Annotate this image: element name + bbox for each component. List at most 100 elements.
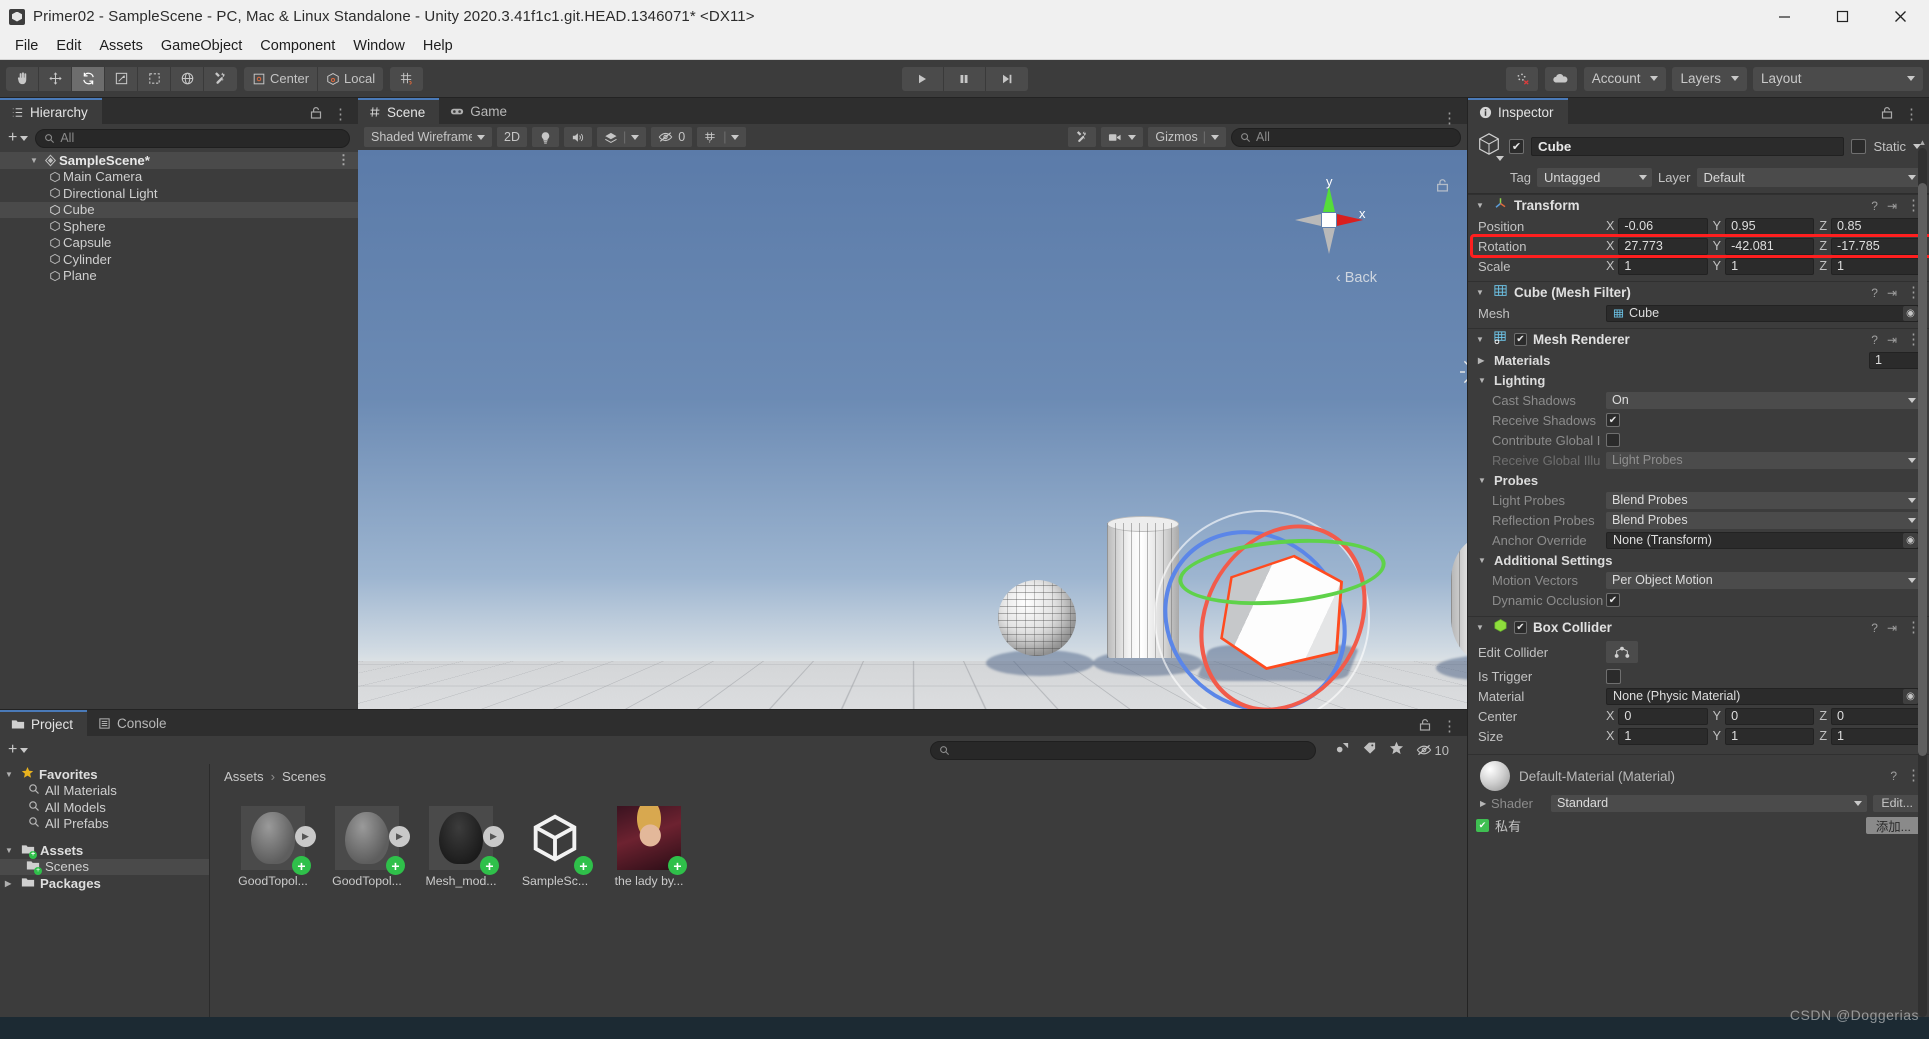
hierarchy-scene-row[interactable]: ▼ SampleScene* ⋮ bbox=[0, 152, 358, 169]
center-y-field[interactable]: 0 bbox=[1725, 707, 1815, 725]
step-button[interactable] bbox=[985, 66, 1028, 91]
asset-thumbnail[interactable]: ▶ + bbox=[429, 806, 504, 875]
chevron-right-icon[interactable]: ▶ bbox=[5, 879, 16, 888]
favorites-icon[interactable] bbox=[1389, 741, 1404, 760]
play-badge-icon[interactable]: ▶ bbox=[389, 826, 410, 847]
project-search-input[interactable] bbox=[929, 740, 1316, 760]
size-z-field[interactable]: 1 bbox=[1831, 727, 1922, 745]
scene-orientation-gizmo[interactable]: y x bbox=[1287, 174, 1371, 262]
project-tree-all-materials[interactable]: All Materials bbox=[0, 783, 209, 800]
component-header-mesh-renderer[interactable]: ▼ ✔ Mesh Renderer ? ⇥ ⋮ bbox=[1468, 328, 1929, 350]
rotation-y-field[interactable]: -42.081 bbox=[1725, 237, 1815, 255]
tab-inspector[interactable]: Inspector bbox=[1468, 98, 1568, 124]
hierarchy-item-main-camera[interactable]: Main Camera bbox=[0, 169, 358, 186]
directional-light-gizmo[interactable] bbox=[1458, 355, 1467, 389]
hierarchy-item-cube[interactable]: Cube bbox=[0, 201, 358, 218]
rect-tool-button[interactable] bbox=[138, 66, 171, 91]
asset-item[interactable]: + SampleSc... bbox=[516, 806, 594, 888]
scene-menu-icon[interactable]: ⋮ bbox=[1442, 111, 1457, 126]
hierarchy-item-cylinder[interactable]: Cylinder bbox=[0, 251, 358, 268]
anchor-override-field[interactable]: None (Transform) ◉ bbox=[1606, 531, 1921, 549]
material-header[interactable]: Default-Material (Material) ? ⋮ bbox=[1468, 754, 1929, 793]
draw-mode-dropdown[interactable]: Shaded Wireframe bbox=[364, 127, 492, 147]
shader-edit-button[interactable]: Edit... bbox=[1873, 794, 1921, 812]
scene-menu-icon[interactable]: ⋮ bbox=[337, 153, 350, 166]
private-checkbox[interactable]: ✔ bbox=[1476, 819, 1489, 832]
layers-dropdown[interactable]: Layers bbox=[1672, 66, 1747, 91]
asset-item[interactable]: ▶ + GoodTopol... bbox=[328, 806, 410, 888]
hierarchy-menu-icon[interactable]: ⋮ bbox=[333, 107, 348, 122]
mesh-renderer-enabled-checkbox[interactable]: ✔ bbox=[1514, 333, 1527, 346]
chevron-down-icon[interactable]: ▼ bbox=[1476, 288, 1487, 297]
probes-group-row[interactable]: ▼ Probes bbox=[1468, 470, 1929, 490]
additional-settings-group-row[interactable]: ▼ Additional Settings bbox=[1468, 550, 1929, 570]
hierarchy-item-sphere[interactable]: Sphere bbox=[0, 218, 358, 235]
hidden-objects-button[interactable]: 0 bbox=[651, 127, 693, 147]
position-x-field[interactable]: -0.06 bbox=[1618, 217, 1708, 235]
grid-snap-icon[interactable] bbox=[390, 66, 424, 91]
project-create-button[interactable]: + bbox=[8, 741, 29, 759]
transform-tool-button[interactable] bbox=[171, 66, 204, 91]
object-name-field[interactable]: Cube bbox=[1531, 137, 1845, 156]
cloud-icon[interactable] bbox=[1544, 66, 1578, 91]
shader-dropdown[interactable]: Standard bbox=[1551, 794, 1868, 812]
help-icon[interactable]: ? bbox=[1871, 286, 1878, 300]
scale-x-field[interactable]: 1 bbox=[1618, 257, 1708, 275]
menu-assets[interactable]: Assets bbox=[90, 35, 152, 57]
rotation-z-field[interactable]: -17.785 bbox=[1831, 237, 1922, 255]
custom-tool-button[interactable] bbox=[204, 66, 237, 91]
layer-dropdown[interactable]: Default bbox=[1696, 168, 1921, 187]
scene-tools-button[interactable] bbox=[1068, 127, 1097, 147]
project-menu-icon[interactable]: ⋮ bbox=[1442, 719, 1457, 734]
grid-dropdown-button[interactable]: Y | bbox=[697, 127, 747, 147]
lock-icon[interactable] bbox=[1419, 718, 1431, 736]
project-tree-packages[interactable]: ▶ Packages bbox=[0, 875, 209, 892]
lock-icon[interactable] bbox=[1881, 106, 1893, 124]
fx-dropdown-button[interactable]: | bbox=[596, 127, 647, 147]
pivot-rotation-button[interactable]: Local bbox=[318, 66, 384, 91]
chevron-down-icon[interactable]: ▼ bbox=[1476, 623, 1487, 632]
asset-item[interactable]: ▶ + Mesh_mod... bbox=[422, 806, 504, 888]
tab-console[interactable]: Console bbox=[87, 710, 181, 736]
preset-icon[interactable]: ⇥ bbox=[1887, 333, 1897, 347]
menu-component[interactable]: Component bbox=[251, 35, 344, 57]
lighting-toggle-button[interactable] bbox=[531, 127, 559, 147]
hierarchy-item-plane[interactable]: Plane bbox=[0, 268, 358, 285]
breadcrumb-scenes[interactable]: Scenes bbox=[282, 769, 326, 784]
light-probes-dropdown[interactable]: Blend Probes bbox=[1606, 491, 1921, 509]
maximize-button[interactable] bbox=[1813, 0, 1871, 33]
asset-item[interactable]: ▶ + GoodTopol... bbox=[234, 806, 316, 888]
mesh-object-field[interactable]: Cube ◉ bbox=[1606, 304, 1921, 322]
edit-collider-button[interactable] bbox=[1606, 641, 1638, 663]
tab-scene[interactable]: Scene bbox=[358, 98, 440, 124]
tab-game[interactable]: Game bbox=[439, 98, 521, 124]
dynamic-occlusion-checkbox[interactable]: ✔ bbox=[1606, 593, 1620, 607]
breadcrumb-assets[interactable]: Assets bbox=[224, 769, 264, 784]
chevron-right-icon[interactable]: ▶ bbox=[1480, 799, 1491, 808]
play-button[interactable] bbox=[901, 66, 944, 91]
scr ollbar-thumb[interactable] bbox=[1918, 182, 1927, 757]
asset-thumbnail[interactable]: ▶ + bbox=[335, 806, 410, 875]
chevron-down-icon[interactable] bbox=[1496, 156, 1504, 161]
static-checkbox[interactable]: ✔ bbox=[1851, 139, 1867, 154]
preset-icon[interactable]: ⇥ bbox=[1887, 286, 1897, 300]
asset-item[interactable]: + the lady by... bbox=[610, 806, 688, 888]
size-x-field[interactable]: 1 bbox=[1618, 727, 1708, 745]
help-icon[interactable]: ? bbox=[1871, 199, 1878, 213]
sphere-object[interactable] bbox=[998, 580, 1076, 656]
camera-settings-button[interactable] bbox=[1101, 127, 1144, 147]
chevron-down-icon[interactable]: ▼ bbox=[1476, 335, 1487, 344]
scale-y-field[interactable]: 1 bbox=[1725, 257, 1815, 275]
search-by-label-icon[interactable] bbox=[1362, 741, 1377, 760]
component-header-box-collider[interactable]: ▼ ✔ Box Collider ? ⇥ ⋮ bbox=[1468, 616, 1929, 638]
gizmos-dropdown[interactable]: Gizmos | bbox=[1148, 127, 1226, 147]
menu-gameobject[interactable]: GameObject bbox=[152, 35, 251, 57]
rotation-x-field[interactable]: 27.773 bbox=[1618, 237, 1708, 255]
cast-shadows-dropdown[interactable]: On bbox=[1606, 391, 1921, 409]
pause-button[interactable] bbox=[943, 66, 986, 91]
hidden-assets-toggle[interactable]: 10 bbox=[1416, 743, 1449, 758]
chevron-down-icon[interactable]: ▼ bbox=[1478, 376, 1489, 385]
preset-icon[interactable]: ⇥ bbox=[1887, 199, 1897, 213]
tag-dropdown[interactable]: Untagged bbox=[1536, 168, 1652, 187]
project-tree-all-models[interactable]: All Models bbox=[0, 799, 209, 816]
